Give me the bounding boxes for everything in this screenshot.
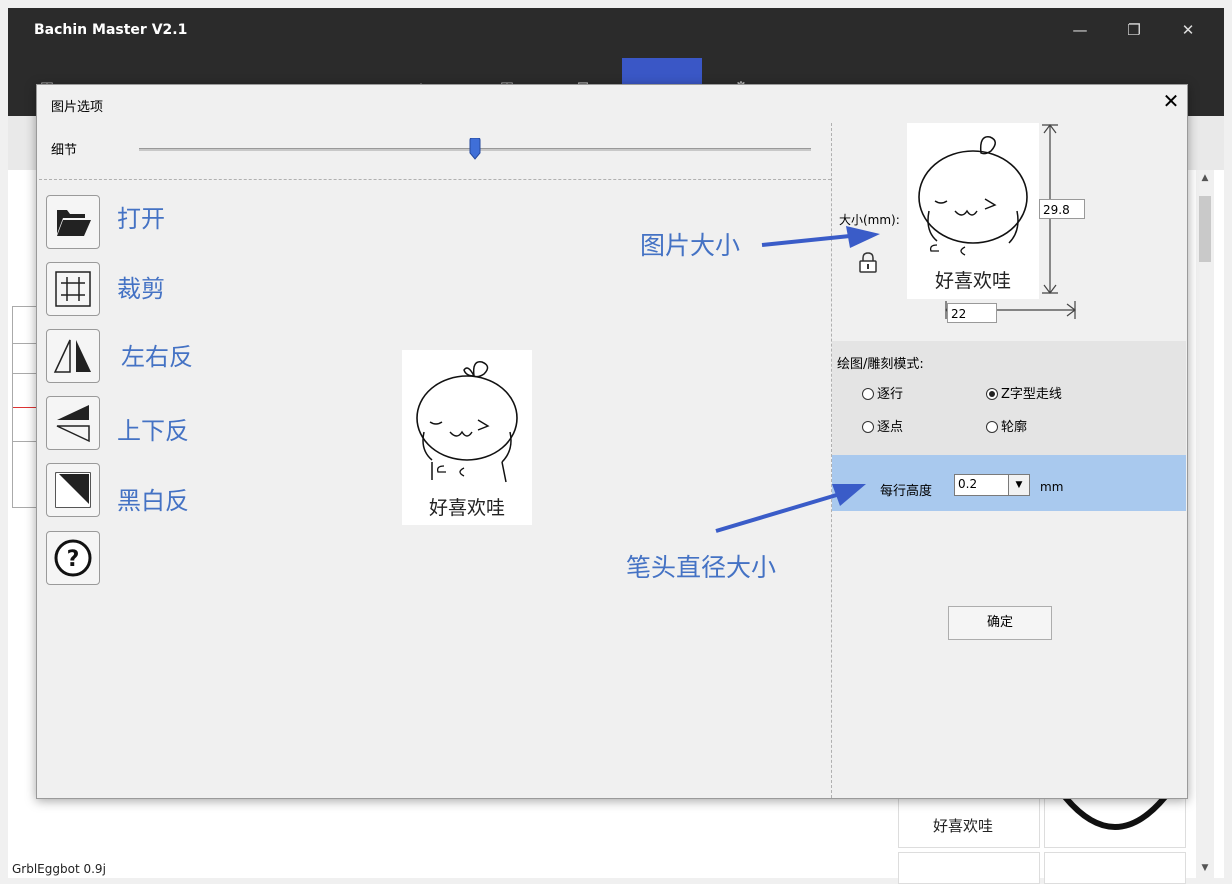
section-divider	[39, 179, 831, 180]
scrollbar-thumb[interactable]	[1199, 196, 1211, 262]
image-options-dialog: 图片选项 ✕ 细节 打开 裁剪 左右反 上下反 黑白反 ? 好喜欢哇 好喜欢哇 …	[36, 84, 1188, 799]
flip-horizontal-button[interactable]	[46, 329, 100, 383]
badge-art-icon	[1062, 795, 1168, 830]
mode-label: Z字型走线	[1001, 387, 1062, 402]
invert-color-label: 黑白反	[117, 487, 189, 515]
invert-color-icon	[55, 472, 91, 508]
mode-label: 逐行	[877, 387, 904, 402]
help-icon: ?	[54, 539, 92, 577]
detail-label: 细节	[51, 143, 78, 158]
dimension-guides	[945, 124, 1076, 319]
detail-slider-thumb[interactable]	[469, 138, 481, 160]
thumbnail-caption: 好喜欢哇	[933, 817, 994, 835]
mode-radio-dot[interactable]: 逐点	[862, 416, 903, 435]
crop-label: 裁剪	[117, 275, 165, 303]
svg-text:?: ?	[67, 547, 80, 572]
open-label: 打开	[117, 205, 165, 233]
library-thumbnail[interactable]	[1044, 852, 1186, 884]
row-height-value: 0.2	[958, 477, 978, 491]
library-thumbnail[interactable]: 好喜欢哇	[898, 796, 1040, 848]
cartoon-face-icon: 好喜欢哇	[416, 361, 518, 519]
image-preview: 好喜欢哇	[402, 350, 532, 525]
mode-label: 逐点	[877, 420, 904, 435]
flip-vertical-label: 上下反	[117, 417, 189, 445]
dialog-close-icon[interactable]: ✕	[1159, 89, 1183, 113]
library-thumbnail[interactable]	[1044, 795, 1186, 848]
row-height-unit: mm	[1040, 480, 1064, 494]
mode-radio-zigzag[interactable]: Z字型走线	[986, 383, 1062, 402]
radio-dot[interactable]	[986, 421, 998, 433]
chevron-down-icon[interactable]: ▼	[1008, 475, 1029, 495]
open-button[interactable]	[46, 195, 100, 249]
app-title-bar: Bachin Master V2.1 — ❐ ✕	[8, 8, 1224, 54]
pen-diameter-annotation: 笔头直径大小	[626, 553, 777, 582]
image-size-annotation: 图片大小	[640, 231, 741, 260]
mode-title: 绘图/雕刻模式:	[837, 357, 924, 372]
row-height-select[interactable]: 0.2 ▼	[954, 474, 1030, 496]
row-height-label: 每行高度	[880, 484, 933, 499]
row-height-panel: 每行高度 0.2 ▼ mm	[832, 455, 1186, 511]
workspace-scrollbar[interactable]: ▲ ▼	[1196, 170, 1214, 878]
status-text: GrblEggbot 0.9j	[12, 862, 106, 876]
close-icon[interactable]: ✕	[1168, 16, 1208, 44]
lock-icon[interactable]	[857, 251, 879, 273]
minimize-icon[interactable]: —	[1060, 16, 1100, 44]
preview-caption: 好喜欢哇	[429, 497, 505, 519]
mode-radio-outline[interactable]: 轮廓	[986, 416, 1027, 435]
scroll-up-icon[interactable]: ▲	[1196, 170, 1214, 186]
radio-dot[interactable]	[986, 388, 998, 400]
mode-label: 轮廓	[1001, 420, 1028, 435]
ok-button[interactable]: 确定	[948, 606, 1052, 640]
crop-button[interactable]	[46, 262, 100, 316]
width-field[interactable]: 22	[947, 303, 997, 323]
mode-panel: 绘图/雕刻模式: 逐行 Z字型走线 逐点 轮廓	[832, 341, 1186, 455]
radio-dot[interactable]	[862, 388, 874, 400]
library-thumbnail[interactable]	[898, 852, 1040, 884]
height-field[interactable]: 29.8	[1039, 199, 1085, 219]
mode-radio-line[interactable]: 逐行	[862, 383, 903, 402]
radio-dot[interactable]	[862, 421, 874, 433]
size-label: 大小(mm):	[839, 213, 900, 227]
flip-horizontal-label: 左右反	[121, 343, 193, 371]
dialog-title: 图片选项	[51, 100, 104, 115]
folder-open-icon	[57, 210, 91, 236]
restore-icon[interactable]: ❐	[1114, 16, 1154, 44]
invert-color-button[interactable]	[46, 463, 100, 517]
flip-horizontal-icon	[53, 339, 91, 373]
scroll-down-icon[interactable]: ▼	[1196, 860, 1214, 876]
flip-vertical-icon	[56, 405, 90, 443]
crop-icon	[55, 271, 91, 307]
app-title: Bachin Master V2.1	[34, 22, 188, 38]
help-button[interactable]: ?	[46, 531, 100, 585]
flip-vertical-button[interactable]	[46, 396, 100, 450]
